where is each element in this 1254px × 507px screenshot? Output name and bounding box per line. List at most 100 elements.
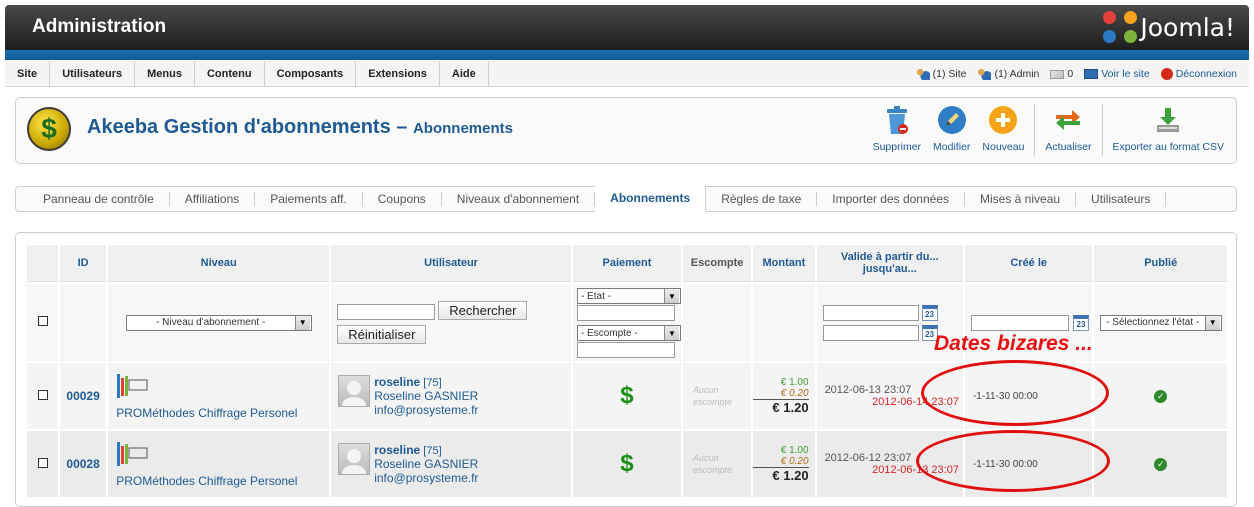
tab-9[interactable]: Utilisateurs (1076, 192, 1167, 206)
supprimer-button[interactable]: Supprimer (867, 104, 927, 156)
user-id: [75] (423, 377, 442, 389)
row-checkbox[interactable] (37, 457, 48, 468)
level-filter-select[interactable]: - Niveau d'abonnement - ▼ (125, 314, 312, 331)
admin-icon (977, 68, 992, 80)
calendar-icon[interactable]: 23 (921, 304, 938, 321)
level-name[interactable]: PROMéthodes Chiffrage Personel (116, 474, 297, 488)
valid-to-input[interactable] (822, 324, 919, 341)
username[interactable]: roseline (374, 443, 420, 457)
header-checkbox (27, 245, 59, 282)
valid-from-input[interactable] (822, 304, 919, 321)
header-level[interactable]: Niveau (108, 245, 330, 282)
menu-item-menus[interactable]: Menus (135, 61, 195, 87)
admin-header: Administration Joomla! (5, 5, 1249, 50)
no-discount-text: Aucun escompte (692, 385, 732, 407)
user-fullname: Roseline GASNIER (374, 389, 479, 403)
tab-1[interactable]: Affiliations (170, 192, 256, 206)
logout-link[interactable]: Déconnexion (1160, 68, 1237, 80)
tab-8[interactable]: Mises à niveau (965, 192, 1077, 206)
avatar (338, 375, 371, 407)
menu-item-composants[interactable]: Composants (265, 61, 357, 87)
chevron-down-icon: ▼ (663, 289, 679, 303)
monitor-icon (1084, 69, 1099, 79)
tab-5[interactable]: Abonnements (595, 186, 707, 212)
tab-7[interactable]: Importer des données (817, 192, 965, 206)
level-name[interactable]: PROMéthodes Chiffrage Personel (116, 406, 297, 420)
level-logo-icon (117, 442, 148, 466)
messages-status[interactable]: 0 (1050, 68, 1073, 80)
state-filter-select[interactable]: - État - ▼ (576, 288, 681, 304)
payment-status-icon: $ (572, 363, 681, 429)
published-check-icon[interactable]: ✓ (1154, 457, 1168, 471)
admin-title: Administration (32, 16, 167, 37)
annotation-ellipse-2 (916, 430, 1110, 492)
trash-icon (881, 104, 913, 136)
tab-4[interactable]: Niveaux d'abonnement (442, 192, 596, 206)
amount-tax: € 0.20 (753, 456, 809, 468)
tab-0[interactable]: Panneau de contrôle (28, 192, 170, 206)
download-icon (1152, 104, 1184, 136)
plus-icon (987, 104, 1019, 136)
payment-status-icon: $ (572, 431, 681, 497)
annotation-ellipse-1 (921, 360, 1109, 426)
menu-item-extensions[interactable]: Extensions (356, 61, 440, 87)
header-payment[interactable]: Paiement (572, 245, 681, 282)
amount-tax: € 0.20 (753, 388, 809, 400)
header-amount[interactable]: Montant (753, 245, 815, 282)
menu-item-aide[interactable]: Aide (440, 61, 489, 87)
state-filter-input[interactable] (576, 305, 675, 321)
pencil-icon (936, 104, 968, 136)
site-users-status: (1) Site (915, 68, 966, 80)
header-valid[interactable]: Valide à partir du... jusqu'au... (816, 245, 963, 282)
level-logo-icon (117, 374, 148, 398)
search-button[interactable]: Rechercher (438, 300, 528, 320)
header-accent-bar (5, 50, 1249, 60)
header-created[interactable]: Créé le (964, 245, 1093, 282)
view-site-link[interactable]: Voir le site (1084, 68, 1150, 80)
avatar (338, 443, 371, 475)
user-email: info@prosysteme.fr (374, 471, 479, 485)
menu-bar: Site Utilisateurs Menus Contenu Composants Ex… (5, 61, 1249, 87)
header-user[interactable]: Utilisateur (331, 245, 571, 282)
users-icon (915, 68, 930, 80)
row-checkbox[interactable] (37, 389, 48, 400)
header-id[interactable]: ID (60, 245, 107, 282)
search-input[interactable] (337, 304, 436, 321)
subscription-id-link[interactable]: 00028 (66, 457, 99, 471)
subscription-id-link[interactable]: 00029 (66, 389, 99, 403)
admin-users-status: (1) Admin (977, 68, 1039, 80)
calendar-icon[interactable]: 23 (1072, 314, 1089, 331)
tab-6[interactable]: Règles de taxe (706, 192, 818, 206)
chevron-down-icon: ▼ (1204, 315, 1220, 330)
nouveau-button[interactable]: Nouveau (976, 104, 1030, 156)
refresh-icon (1052, 104, 1084, 136)
header-published[interactable]: Publié (1094, 245, 1227, 282)
logout-icon (1160, 68, 1173, 80)
toolbar-separator (1101, 104, 1103, 156)
discount-filter-input[interactable] (576, 342, 675, 358)
reset-button[interactable]: Réinitialiser (337, 325, 427, 345)
toolbar-separator (1034, 104, 1036, 156)
menu-item-site[interactable]: Site (5, 61, 51, 87)
joomla-mark-icon (1103, 11, 1138, 43)
tab-3[interactable]: Coupons (363, 192, 442, 206)
published-check-icon[interactable]: ✓ (1154, 389, 1168, 403)
menu-item-contenu[interactable]: Contenu (195, 61, 265, 87)
select-all-checkbox[interactable] (37, 316, 48, 326)
no-discount-text: Aucun escompte (692, 453, 732, 475)
actualiser-button[interactable]: Actualiser (1039, 104, 1097, 156)
tab-2[interactable]: Paiements aff. (255, 192, 363, 206)
exporter-button[interactable]: Exporter au format CSV (1107, 104, 1230, 156)
chevron-down-icon: ▼ (663, 326, 679, 340)
username[interactable]: roseline (374, 375, 420, 389)
created-filter-input[interactable] (970, 314, 1069, 331)
chevron-down-icon: ▼ (294, 315, 310, 330)
annotation-text: Dates bizares ... (934, 332, 1093, 355)
discount-filter-select[interactable]: - Escompte - ▼ (576, 325, 681, 341)
published-filter-select[interactable]: - Sélectionnez l'état - ▼ (1099, 314, 1222, 331)
amount-net: € 1.00 (780, 377, 809, 388)
page-subtitle: Abonnements (412, 120, 513, 137)
modifier-button[interactable]: Modifier (927, 104, 976, 156)
amount-net: € 1.00 (780, 445, 809, 456)
menu-item-utilisateurs[interactable]: Utilisateurs (50, 61, 136, 87)
